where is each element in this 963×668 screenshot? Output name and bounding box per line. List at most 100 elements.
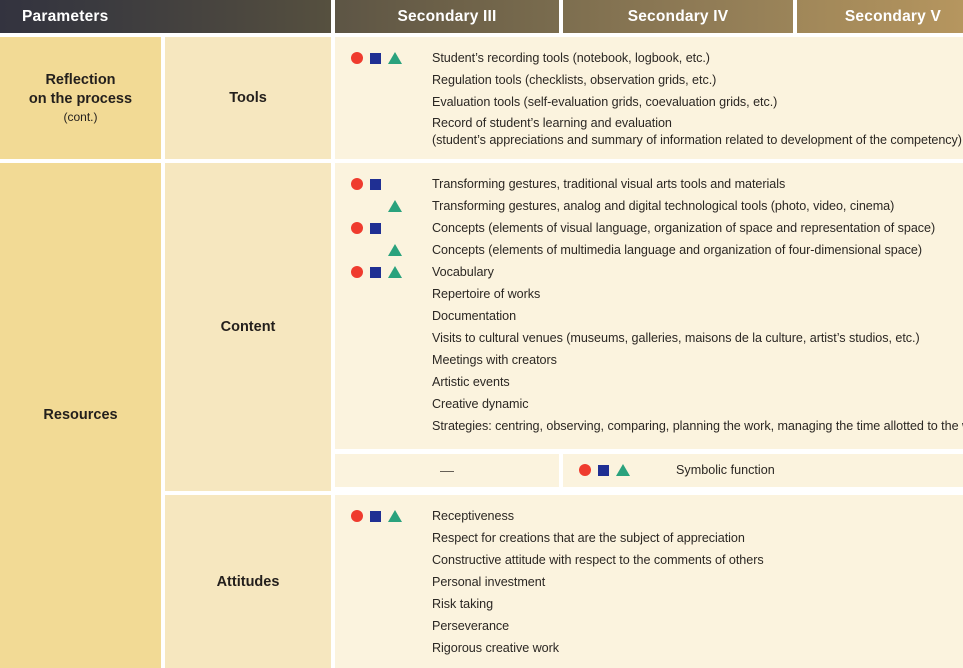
triangle-marker-icon — [388, 200, 402, 212]
column-divider-symbolic — [559, 453, 563, 487]
marker-group — [335, 239, 432, 261]
row-text: Constructive attitude with respect to th… — [432, 553, 764, 567]
subparameter-attitudes-label: Attitudes — [216, 573, 280, 590]
row-text: Repertoire of works — [432, 287, 541, 301]
triangle-marker-icon — [388, 52, 402, 64]
table-row: Constructive attitude with respect to th… — [335, 549, 963, 571]
square-marker-icon — [370, 222, 381, 234]
row-text: Respect for creations that are the subje… — [432, 531, 745, 545]
marker-group — [335, 393, 432, 415]
marker-placeholder — [370, 201, 381, 212]
table-row: Documentation — [335, 305, 963, 327]
header-secondary-iii: Secondary III — [335, 0, 559, 33]
marker-group — [335, 69, 432, 91]
content-cell-symbolic-dash: — — [335, 453, 559, 487]
marker-placeholder — [370, 245, 381, 256]
table-row: Perseverance — [335, 615, 963, 637]
table-row: Respect for creations that are the subje… — [335, 527, 963, 549]
circle-marker-icon — [351, 222, 363, 234]
content-cell-tools: Student’s recording tools (notebook, log… — [335, 37, 963, 159]
marker-group — [335, 173, 432, 195]
header-parameters-label: Parameters — [22, 7, 109, 25]
header-secondary-iv-label: Secondary IV — [627, 7, 729, 25]
table-header-row: Parameters Secondary III Secondary IV Se… — [0, 0, 963, 33]
content-cell-attitudes: Receptiveness Respect for creations that … — [335, 495, 963, 668]
item-list-content: Transforming gestures, traditional visua… — [335, 163, 963, 437]
row-text: Perseverance — [432, 619, 510, 633]
row-text: Rigorous creative work — [432, 641, 559, 655]
marker-group — [335, 505, 432, 527]
triangle-marker-icon — [388, 244, 402, 256]
parameter-reflection-line1: Reflection — [45, 71, 116, 88]
marker-placeholder — [388, 178, 402, 190]
table-row: Rigorous creative work — [335, 637, 963, 659]
table-row: Risk taking — [335, 593, 963, 615]
marker-group — [335, 283, 432, 305]
row-text: Regulation tools (checklists, observatio… — [432, 73, 717, 87]
circle-marker-icon — [351, 510, 363, 522]
triangle-marker-icon — [388, 510, 402, 522]
table-row: Vocabulary — [335, 261, 963, 283]
header-secondary-v-label: Secondary V — [844, 7, 941, 25]
subparameter-tools-label: Tools — [229, 90, 267, 106]
marker-group — [335, 91, 432, 113]
row-text: Concepts (elements of visual language, o… — [432, 221, 936, 235]
symbolic-function-label: Symbolic function — [676, 463, 775, 477]
symbolic-function-row: Symbolic function — [563, 453, 963, 487]
square-marker-icon — [370, 178, 381, 190]
row-divider-below-symbolic — [335, 487, 963, 495]
marker-group — [335, 371, 432, 393]
header-secondary-iv: Secondary IV — [563, 0, 793, 33]
parameter-reflection-on-the-process: Reflection on the process (cont.) — [0, 37, 161, 159]
table-row: Receptiveness — [335, 505, 963, 527]
marker-group — [335, 549, 432, 571]
symbolic-dash-label: — — [440, 462, 454, 478]
content-cell-symbolic-function: Symbolic function — [563, 453, 963, 487]
marker-group — [335, 327, 432, 349]
table-row: Record of student’s learning and evaluat… — [335, 113, 963, 147]
marker-group — [335, 47, 432, 69]
table-row: Transforming gestures, traditional visua… — [335, 173, 963, 195]
table-row: Strategies: centring, observing, compari… — [335, 415, 963, 437]
table-row: Personal investment — [335, 571, 963, 593]
marker-placeholder — [388, 222, 402, 234]
table-row: Regulation tools (checklists, observatio… — [335, 69, 963, 91]
row-text: Personal investment — [432, 575, 546, 589]
header-secondary-iii-label: Secondary III — [397, 7, 497, 25]
subparameter-content: Content — [165, 163, 331, 491]
square-marker-icon — [598, 464, 609, 476]
header-parameters: Parameters — [0, 0, 331, 33]
row-text: Creative dynamic — [432, 397, 529, 411]
marker-group — [335, 593, 432, 615]
item-list-tools: Student’s recording tools (notebook, log… — [335, 37, 963, 147]
parameter-reflection-line2: on the process — [28, 90, 133, 107]
parameter-resources: Resources — [0, 163, 161, 668]
content-cell-content: Transforming gestures, traditional visua… — [335, 163, 963, 491]
row-text: Artistic events — [432, 375, 510, 389]
row-text: Documentation — [432, 309, 517, 323]
marker-group — [335, 305, 432, 327]
table-row: Artistic events — [335, 371, 963, 393]
subparameter-content-label: Content — [220, 319, 276, 335]
marker-group — [335, 217, 432, 239]
circle-marker-icon — [351, 266, 363, 278]
row-text: Record of student’s learning and evaluat… — [432, 116, 962, 147]
parameter-resources-label: Resources — [43, 407, 118, 423]
table-row: Concepts (elements of multimedia languag… — [335, 239, 963, 261]
row-text: Visits to cultural venues (museums, gall… — [432, 331, 920, 345]
table-row: Repertoire of works — [335, 283, 963, 305]
table-row: Meetings with creators — [335, 349, 963, 371]
marker-group — [335, 571, 432, 593]
row-divider-above-symbolic — [335, 449, 963, 454]
header-secondary-v: Secondary V — [797, 0, 963, 33]
marker-group — [335, 615, 432, 637]
table-row: Evaluation tools (self-evaluation grids,… — [335, 91, 963, 113]
circle-marker-icon — [351, 52, 363, 64]
marker-placeholder — [351, 244, 363, 256]
marker-group — [335, 261, 432, 283]
marker-placeholder — [351, 200, 363, 212]
row-text: Evaluation tools (self-evaluation grids,… — [432, 95, 778, 109]
table-row: Concepts (elements of visual language, o… — [335, 217, 963, 239]
row-text: Transforming gestures, traditional visua… — [432, 177, 786, 191]
circle-marker-icon — [579, 464, 591, 476]
